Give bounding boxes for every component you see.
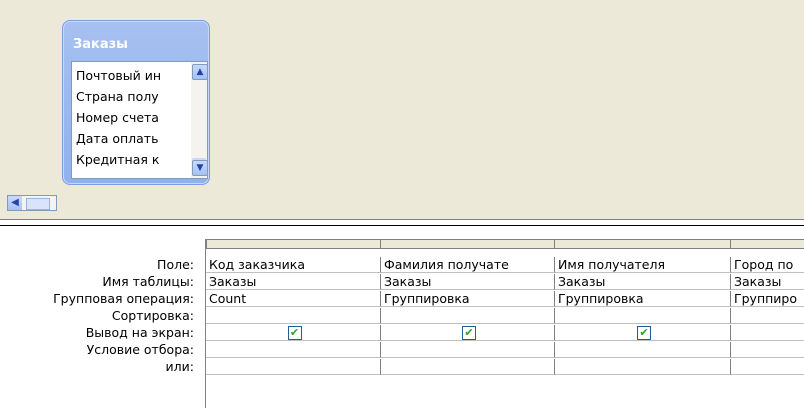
show-cell: ✔ <box>555 325 731 341</box>
show-cell: ✔ <box>381 325 555 341</box>
show-cell[interactable] <box>731 325 804 341</box>
criteria-cell[interactable] <box>206 342 381 358</box>
show-checkbox[interactable]: ✔ <box>462 326 476 340</box>
or-cell[interactable] <box>731 359 804 375</box>
field-cell[interactable]: Имя получателя <box>555 257 731 273</box>
criteria-cell[interactable] <box>381 342 555 358</box>
field-item[interactable]: Страна полу <box>76 89 180 104</box>
field-cell[interactable]: Город по <box>731 257 804 273</box>
query-design-grid: Поле: Имя таблицы: Групповая операция: С… <box>0 233 804 408</box>
group-cell[interactable]: Группировка <box>555 291 731 307</box>
table-field-list-window[interactable]: Заказы Почтовый ин Страна полу Номер сче… <box>62 20 210 185</box>
row-label-criteria: Условие отбора: <box>86 342 194 357</box>
sort-cell[interactable] <box>381 308 555 324</box>
or-cell[interactable] <box>555 359 731 375</box>
row-label-group: Групповая операция: <box>53 291 194 306</box>
table-cell[interactable]: Заказы <box>381 274 555 290</box>
column-selector[interactable] <box>380 239 555 249</box>
field-item[interactable]: Почтовый ин <box>76 68 180 83</box>
field-item[interactable]: Кредитная к <box>76 152 180 167</box>
scroll-left-icon[interactable]: ◀ <box>8 196 22 210</box>
pane-horizontal-scrollbar[interactable]: ◀ <box>7 195 57 211</box>
scroll-down-icon[interactable]: ▼ <box>192 160 208 176</box>
field-item[interactable]: Номер счета <box>76 110 180 125</box>
group-cell[interactable]: Count <box>206 291 381 307</box>
field-cell[interactable]: Фамилия получате <box>381 257 555 273</box>
scroll-up-icon[interactable]: ▲ <box>192 64 208 80</box>
sort-cell[interactable] <box>555 308 731 324</box>
group-cell[interactable]: Группиро <box>731 291 804 307</box>
or-cell[interactable] <box>206 359 381 375</box>
splitter-line <box>0 225 804 226</box>
row-label-sort: Сортировка: <box>111 308 194 323</box>
column-selector[interactable] <box>730 239 804 249</box>
field-list-scrollbar[interactable]: ▲ ▼ <box>191 61 208 179</box>
sort-cell[interactable] <box>731 308 804 324</box>
table-cell[interactable]: Заказы <box>206 274 381 290</box>
row-label-or: или: <box>165 359 194 374</box>
sort-cell[interactable] <box>206 308 381 324</box>
group-cell[interactable]: Группировка <box>381 291 555 307</box>
table-title: Заказы <box>73 37 128 52</box>
row-label-show: Вывод на экран: <box>85 325 194 340</box>
scroll-thumb[interactable] <box>26 198 50 210</box>
field-list[interactable]: Почтовый ин Страна полу Номер счета Дата… <box>71 61 193 179</box>
table-cell[interactable]: Заказы <box>555 274 731 290</box>
field-cell[interactable]: Код заказчика <box>206 257 381 273</box>
field-item[interactable]: Дата оплать <box>76 131 180 146</box>
criteria-cell[interactable] <box>555 342 731 358</box>
query-design-top-pane: Заказы Почтовый ин Страна полу Номер сче… <box>0 0 804 219</box>
row-label-table: Имя таблицы: <box>102 274 194 289</box>
column-selector[interactable] <box>554 239 731 249</box>
grid-left-border <box>205 239 206 408</box>
or-cell[interactable] <box>381 359 555 375</box>
column-selector[interactable] <box>206 239 381 249</box>
show-checkbox[interactable]: ✔ <box>637 326 651 340</box>
row-label-field: Поле: <box>157 257 194 272</box>
show-cell: ✔ <box>206 325 381 341</box>
criteria-cell[interactable] <box>731 342 804 358</box>
table-cell[interactable]: Заказы <box>731 274 804 290</box>
show-checkbox[interactable]: ✔ <box>287 326 302 340</box>
